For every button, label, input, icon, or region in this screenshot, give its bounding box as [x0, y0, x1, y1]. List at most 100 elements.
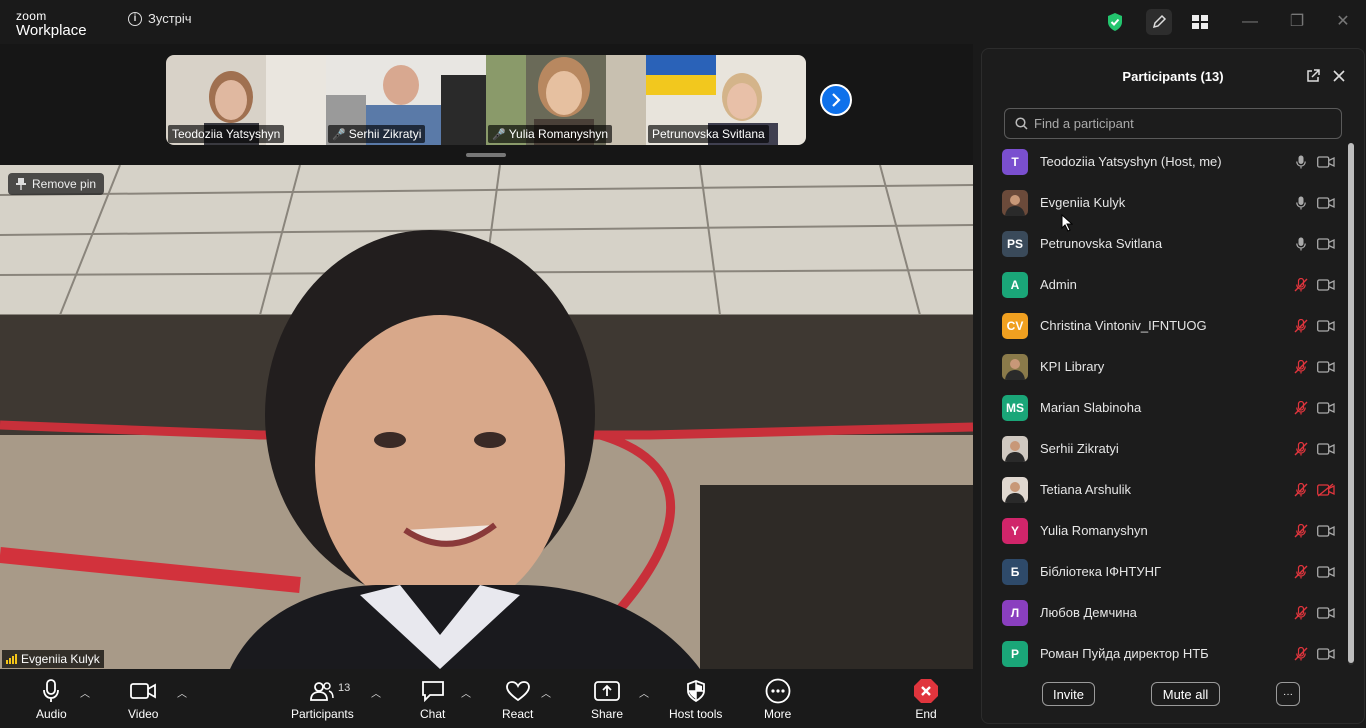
video-off-icon[interactable] — [1316, 522, 1336, 540]
mic-muted-icon[interactable] — [1292, 481, 1310, 499]
microphone-icon[interactable] — [1292, 194, 1310, 212]
participant-row[interactable]: Tetiana Arshulik — [982, 469, 1352, 510]
mic-muted-icon[interactable] — [1292, 563, 1310, 581]
mic-muted-icon[interactable] — [1292, 604, 1310, 622]
participant-row[interactable]: A Admin — [982, 264, 1352, 305]
share-options-caret[interactable]: ︿ — [639, 685, 649, 700]
host-tools-label: Host tools — [669, 707, 723, 721]
minimize-icon[interactable]: — — [1238, 10, 1262, 34]
thumbnail-video[interactable]: Petrunovska Svitlana — [646, 55, 806, 145]
close-panel-icon[interactable] — [1330, 67, 1348, 85]
participant-row[interactable]: MS Marian Slabinoha — [982, 387, 1352, 428]
pinned-speaker-video: Remove pin Evgeniia Kulyk — [0, 165, 973, 669]
react-button[interactable]: React — [502, 677, 533, 721]
thumbnail-video[interactable]: Teodoziia Yatsyshyn — [166, 55, 326, 145]
pop-out-icon[interactable] — [1304, 67, 1322, 85]
shield-check-icon[interactable] — [1102, 9, 1128, 35]
more-button[interactable]: More — [764, 677, 791, 721]
video-stage: Teodoziia Yatsyshyn 🎤 Serhii Zikratyi 🎤 Yu… — [0, 44, 973, 669]
thumbnail-video[interactable]: 🎤 Yulia Romanyshyn — [486, 55, 646, 145]
mic-muted-icon[interactable] — [1292, 645, 1310, 663]
participant-row[interactable]: PS Petrunovska Svitlana — [982, 223, 1352, 264]
thumbnail-name: Petrunovska Svitlana — [652, 127, 765, 141]
annotate-pen-icon[interactable] — [1146, 9, 1172, 35]
speaker-name-label: Evgeniia Kulyk — [2, 650, 104, 668]
participant-row[interactable]: Л Любов Демчина — [982, 592, 1352, 633]
participant-list-scrollbar[interactable] — [1348, 143, 1354, 665]
scrollbar-thumb[interactable] — [1348, 143, 1354, 663]
end-meeting-button[interactable]: End — [913, 677, 939, 721]
apps-grid-icon[interactable] — [1187, 9, 1213, 35]
participant-search-input[interactable] — [1034, 116, 1334, 131]
react-label: React — [502, 707, 534, 721]
logo-bottom: Workplace — [16, 22, 87, 39]
video-off-icon[interactable] — [1316, 153, 1336, 171]
participant-name: Teodoziia Yatsyshyn (Host, me) — [1040, 154, 1222, 169]
meeting-info-button[interactable]: i Зустріч — [128, 11, 192, 26]
mic-muted-icon[interactable] — [1292, 522, 1310, 540]
logo-top: zoom — [16, 9, 47, 23]
participants-options-caret[interactable]: ︿ — [371, 685, 381, 700]
thumbnail-label: Teodoziia Yatsyshyn — [168, 125, 285, 143]
mic-muted-icon[interactable] — [1292, 440, 1310, 458]
participant-search[interactable] — [1004, 108, 1342, 139]
avatar — [1002, 435, 1028, 462]
participant-name: Evgeniia Kulyk — [1040, 195, 1126, 210]
remove-pin-button[interactable]: Remove pin — [8, 173, 105, 195]
react-options-caret[interactable]: ︿ — [541, 685, 551, 700]
more-label: More — [764, 707, 792, 721]
microphone-icon — [43, 677, 60, 705]
participant-row[interactable]: CV Christina Vintoniv_IFNTUOG — [982, 305, 1352, 346]
host-tools-button[interactable]: Host tools — [669, 677, 722, 721]
more-options-button[interactable]: ··· — [1276, 682, 1300, 706]
chat-options-caret[interactable]: ︿ — [461, 685, 471, 700]
strip-resize-handle[interactable] — [466, 153, 506, 157]
mic-muted-icon: 🎤 — [492, 128, 506, 141]
close-window-icon[interactable]: ✕ — [1331, 10, 1355, 34]
next-page-button[interactable] — [820, 84, 852, 116]
video-off-icon[interactable] — [1316, 440, 1336, 458]
mic-muted-icon[interactable] — [1292, 399, 1310, 417]
video-off-icon[interactable] — [1316, 358, 1336, 376]
maximize-icon[interactable]: ❐ — [1285, 10, 1309, 34]
mic-muted-icon[interactable] — [1292, 358, 1310, 376]
audio-options-caret[interactable]: ︿ — [80, 685, 90, 700]
video-off-icon[interactable] — [1316, 399, 1336, 417]
mouse-cursor — [1061, 213, 1074, 237]
video-options-caret[interactable]: ︿ — [177, 685, 187, 700]
audio-button[interactable]: Audio — [36, 677, 67, 721]
microphone-icon[interactable] — [1292, 235, 1310, 253]
video-camera-icon — [130, 677, 157, 705]
participant-row[interactable]: T Teodoziia Yatsyshyn (Host, me) — [982, 141, 1352, 182]
participant-row[interactable]: Serhii Zikratyi — [982, 428, 1352, 469]
chat-button[interactable]: Chat — [420, 677, 445, 721]
video-off-icon[interactable] — [1316, 235, 1336, 253]
video-off-icon[interactable] — [1316, 276, 1336, 294]
avatar: A — [1002, 271, 1028, 298]
participant-row[interactable]: Y Yulia Romanyshyn — [982, 510, 1352, 551]
video-off-icon[interactable] — [1316, 563, 1336, 581]
microphone-icon[interactable] — [1292, 153, 1310, 171]
video-off-icon[interactable] — [1316, 604, 1336, 622]
video-off-icon[interactable] — [1316, 194, 1336, 212]
info-icon: i — [128, 11, 142, 26]
chat-label: Chat — [420, 707, 446, 721]
thumbnail-video[interactable]: 🎤 Serhii Zikratyi — [326, 55, 486, 145]
invite-button[interactable]: Invite — [1042, 682, 1095, 706]
participant-row[interactable]: Evgeniia Kulyk — [982, 182, 1352, 223]
video-button[interactable]: Video — [128, 677, 158, 721]
participant-row[interactable]: KPI Library — [982, 346, 1352, 387]
participant-row[interactable]: Р Роман Пуйда директор НТБ — [982, 633, 1352, 671]
video-off-icon[interactable] — [1316, 645, 1336, 663]
mic-muted-icon[interactable] — [1292, 317, 1310, 335]
video-off-icon[interactable] — [1316, 317, 1336, 335]
participant-row[interactable]: Б Бібліотека ІФНТУНГ — [982, 551, 1352, 592]
mute-all-button[interactable]: Mute all — [1151, 682, 1220, 706]
end-label: End — [915, 707, 937, 721]
share-button[interactable]: Share — [591, 677, 623, 721]
share-label: Share — [591, 707, 624, 721]
video-disabled-icon[interactable] — [1316, 481, 1336, 499]
mic-muted-icon[interactable] — [1292, 276, 1310, 294]
thumbnail-name: Teodoziia Yatsyshyn — [172, 127, 281, 141]
participants-label: Participants — [291, 707, 354, 721]
